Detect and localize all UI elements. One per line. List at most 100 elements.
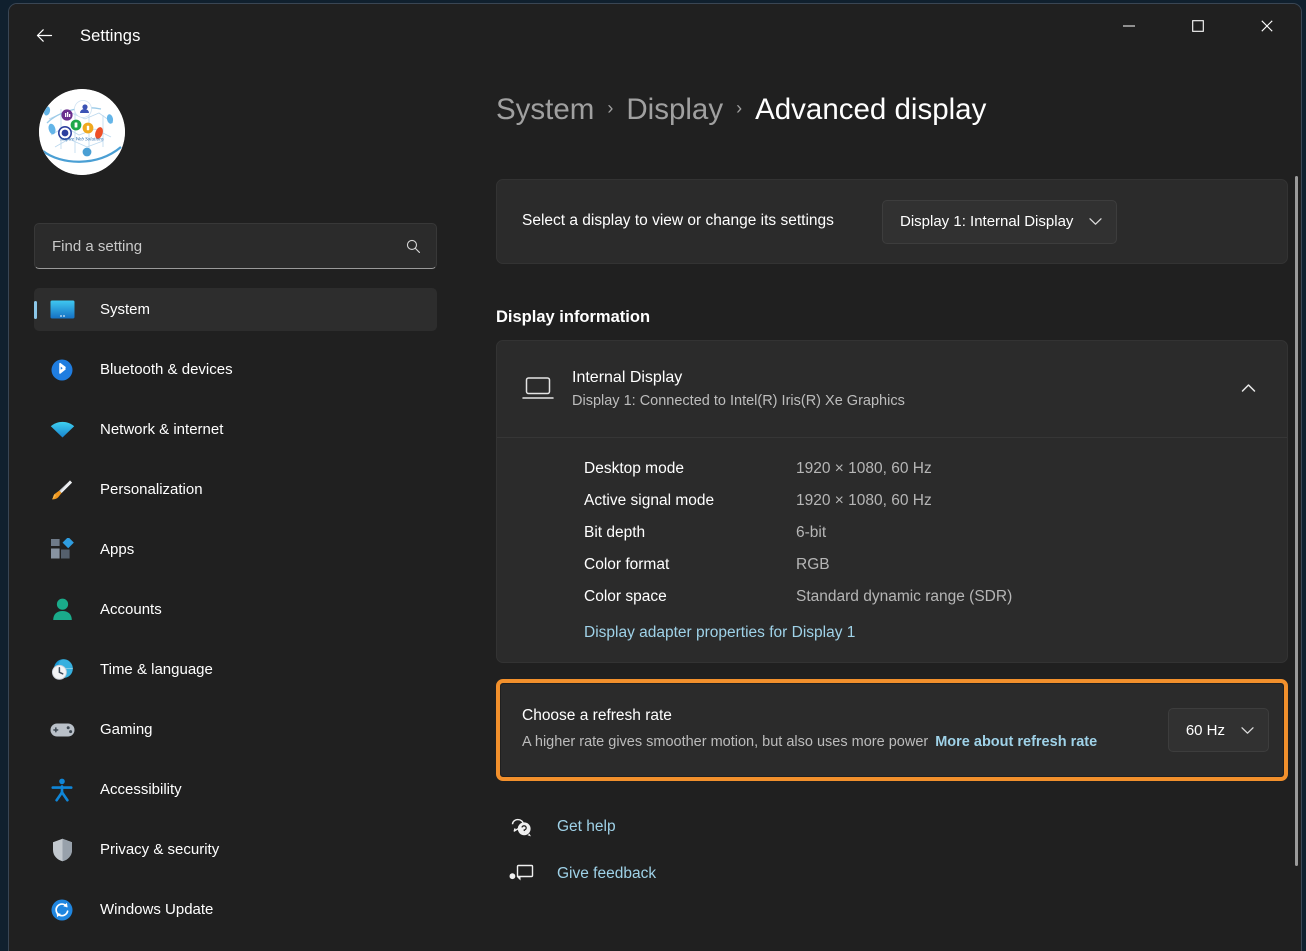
sidebar-item-time-language[interactable]: Time & language [34, 648, 437, 691]
give-feedback-label: Give feedback [557, 865, 657, 882]
chevron-down-icon [1241, 726, 1254, 735]
collapse-toggle-button[interactable] [1231, 372, 1265, 406]
sidebar-item-privacy-security[interactable]: Privacy & security [34, 828, 437, 871]
display-information-text: Internal Display Display 1: Connected to… [572, 369, 1231, 409]
sidebar-item-label: Personalization [100, 481, 203, 498]
refresh-rate-text: Choose a refresh rate A higher rate give… [522, 707, 1168, 753]
sidebar-item-accounts[interactable]: Accounts [34, 588, 437, 631]
sidebar-item-apps[interactable]: Apps [34, 528, 437, 571]
select-display-label: Select a display to view or change its s… [522, 212, 834, 230]
sidebar-item-label: System [100, 301, 151, 318]
display-specs-table: Desktop mode 1920 × 1080, 60 Hz Active s… [497, 437, 1287, 662]
breadcrumb-separator: › [736, 97, 743, 118]
chevron-down-icon [1089, 217, 1103, 226]
breadcrumb-system[interactable]: System [496, 93, 594, 127]
minimize-icon [1122, 19, 1136, 38]
back-arrow-icon [34, 25, 55, 51]
sidebar-item-label: Network & internet [100, 421, 224, 438]
refresh-rate-value: 60 Hz [1185, 721, 1225, 739]
paintbrush-icon [48, 478, 76, 502]
display-subtitle: Display 1: Connected to Intel(R) Iris(R)… [572, 393, 905, 409]
spec-row: Color format RGB [584, 556, 1262, 574]
refresh-rate-highlight: Choose a refresh rate A higher rate give… [496, 679, 1288, 781]
spec-value: 1920 × 1080, 60 Hz [796, 492, 932, 509]
sidebar-item-label: Time & language [100, 661, 213, 678]
help-question-icon [509, 815, 543, 839]
search-box[interactable] [34, 223, 437, 269]
get-help-link[interactable]: Get help [509, 815, 1288, 839]
spec-row: Bit depth 6-bit [584, 524, 1262, 542]
refresh-circle-icon [48, 898, 76, 922]
feedback-icon [509, 863, 543, 885]
display-information-header[interactable]: Internal Display Display 1: Connected to… [497, 341, 1287, 437]
gamepad-icon [48, 718, 76, 742]
shield-icon [48, 838, 76, 862]
refresh-rate-title: Choose a refresh rate [522, 706, 672, 724]
settings-window: Settings Inspire Web Solutions Find a se… [8, 3, 1302, 951]
display-select-dropdown[interactable]: Display 1: Internal Display [882, 199, 1118, 244]
sidebar-item-personalization[interactable]: Personalization [34, 468, 437, 511]
sidebar-item-label: Accounts [100, 601, 162, 618]
sidebar-item-label: Accessibility [100, 781, 182, 798]
bluetooth-icon [48, 358, 76, 382]
breadcrumb: System › Display › Advanced display [496, 93, 1288, 127]
person-icon [48, 598, 76, 622]
accessibility-person-icon [48, 778, 76, 802]
avatar[interactable]: Inspire Web Solutions [39, 89, 125, 175]
section-title-display-information: Display information [496, 308, 651, 326]
spec-key: Bit depth [584, 524, 646, 541]
refresh-rate-description-text: A higher rate gives smoother motion, but… [522, 733, 929, 750]
title-bar: Settings [9, 4, 1301, 76]
close-button[interactable] [1232, 4, 1301, 52]
refresh-rate-description: A higher rate gives smoother motion, but… [522, 731, 1156, 753]
sidebar-nav: System Bluetooth & devices Network & int… [34, 288, 437, 931]
spec-row: Active signal mode 1920 × 1080, 60 Hz [584, 492, 1262, 510]
content-scrollbar[interactable] [1295, 176, 1298, 866]
window-body: Inspire Web Solutions Find a setting Sys… [9, 76, 1301, 951]
sidebar-item-windows-update[interactable]: Windows Update [34, 888, 437, 931]
sidebar: Inspire Web Solutions Find a setting Sys… [9, 76, 461, 951]
more-about-refresh-rate-link[interactable]: More about refresh rate [935, 734, 1097, 750]
content-pane: System › Display › Advanced display Sele… [461, 76, 1301, 951]
sidebar-item-network-internet[interactable]: Network & internet [34, 408, 437, 451]
clock-globe-icon [48, 658, 76, 682]
minimize-button[interactable] [1094, 4, 1163, 52]
spec-key: Active signal mode [584, 492, 715, 509]
maximize-icon [1191, 19, 1205, 38]
spec-key: Color space [584, 588, 667, 605]
window-controls [1094, 4, 1301, 52]
breadcrumb-display[interactable]: Display [626, 93, 723, 127]
spec-value: Standard dynamic range (SDR) [796, 588, 1013, 605]
refresh-rate-card: Choose a refresh rate A higher rate give… [501, 684, 1283, 776]
monitor-icon [48, 298, 76, 322]
display-adapter-properties-link[interactable]: Display adapter properties for Display 1 [584, 624, 855, 642]
refresh-rate-dropdown[interactable]: 60 Hz [1167, 708, 1269, 752]
breadcrumb-advanced-display: Advanced display [755, 93, 987, 126]
spec-value: RGB [796, 556, 830, 573]
sidebar-item-bluetooth-devices[interactable]: Bluetooth & devices [34, 348, 437, 391]
laptop-display-icon [522, 376, 566, 402]
sidebar-item-label: Privacy & security [100, 841, 220, 858]
spec-row: Color space Standard dynamic range (SDR) [584, 588, 1262, 606]
wifi-icon [48, 418, 76, 442]
display-name: Internal Display [572, 369, 683, 386]
chevron-up-icon [1241, 380, 1256, 398]
sidebar-item-system[interactable]: System [34, 288, 437, 331]
display-select-value: Display 1: Internal Display [900, 213, 1074, 230]
spec-value: 1920 × 1080, 60 Hz [796, 460, 932, 477]
spec-row: Desktop mode 1920 × 1080, 60 Hz [584, 460, 1262, 478]
spec-value: 6-bit [796, 524, 827, 541]
sidebar-item-gaming[interactable]: Gaming [34, 708, 437, 751]
search-icon [405, 238, 422, 255]
search-input[interactable] [52, 237, 405, 255]
sidebar-item-label: Bluetooth & devices [100, 361, 233, 378]
close-icon [1260, 19, 1274, 38]
maximize-button[interactable] [1163, 4, 1232, 52]
svg-text:Inspire Web Solutions: Inspire Web Solutions [59, 138, 104, 143]
get-help-label: Get help [557, 818, 616, 835]
app-title: Settings [80, 27, 141, 45]
sidebar-item-accessibility[interactable]: Accessibility [34, 768, 437, 811]
give-feedback-link[interactable]: Give feedback [509, 863, 1288, 885]
back-button[interactable] [25, 21, 63, 55]
spec-key: Color format [584, 556, 670, 573]
